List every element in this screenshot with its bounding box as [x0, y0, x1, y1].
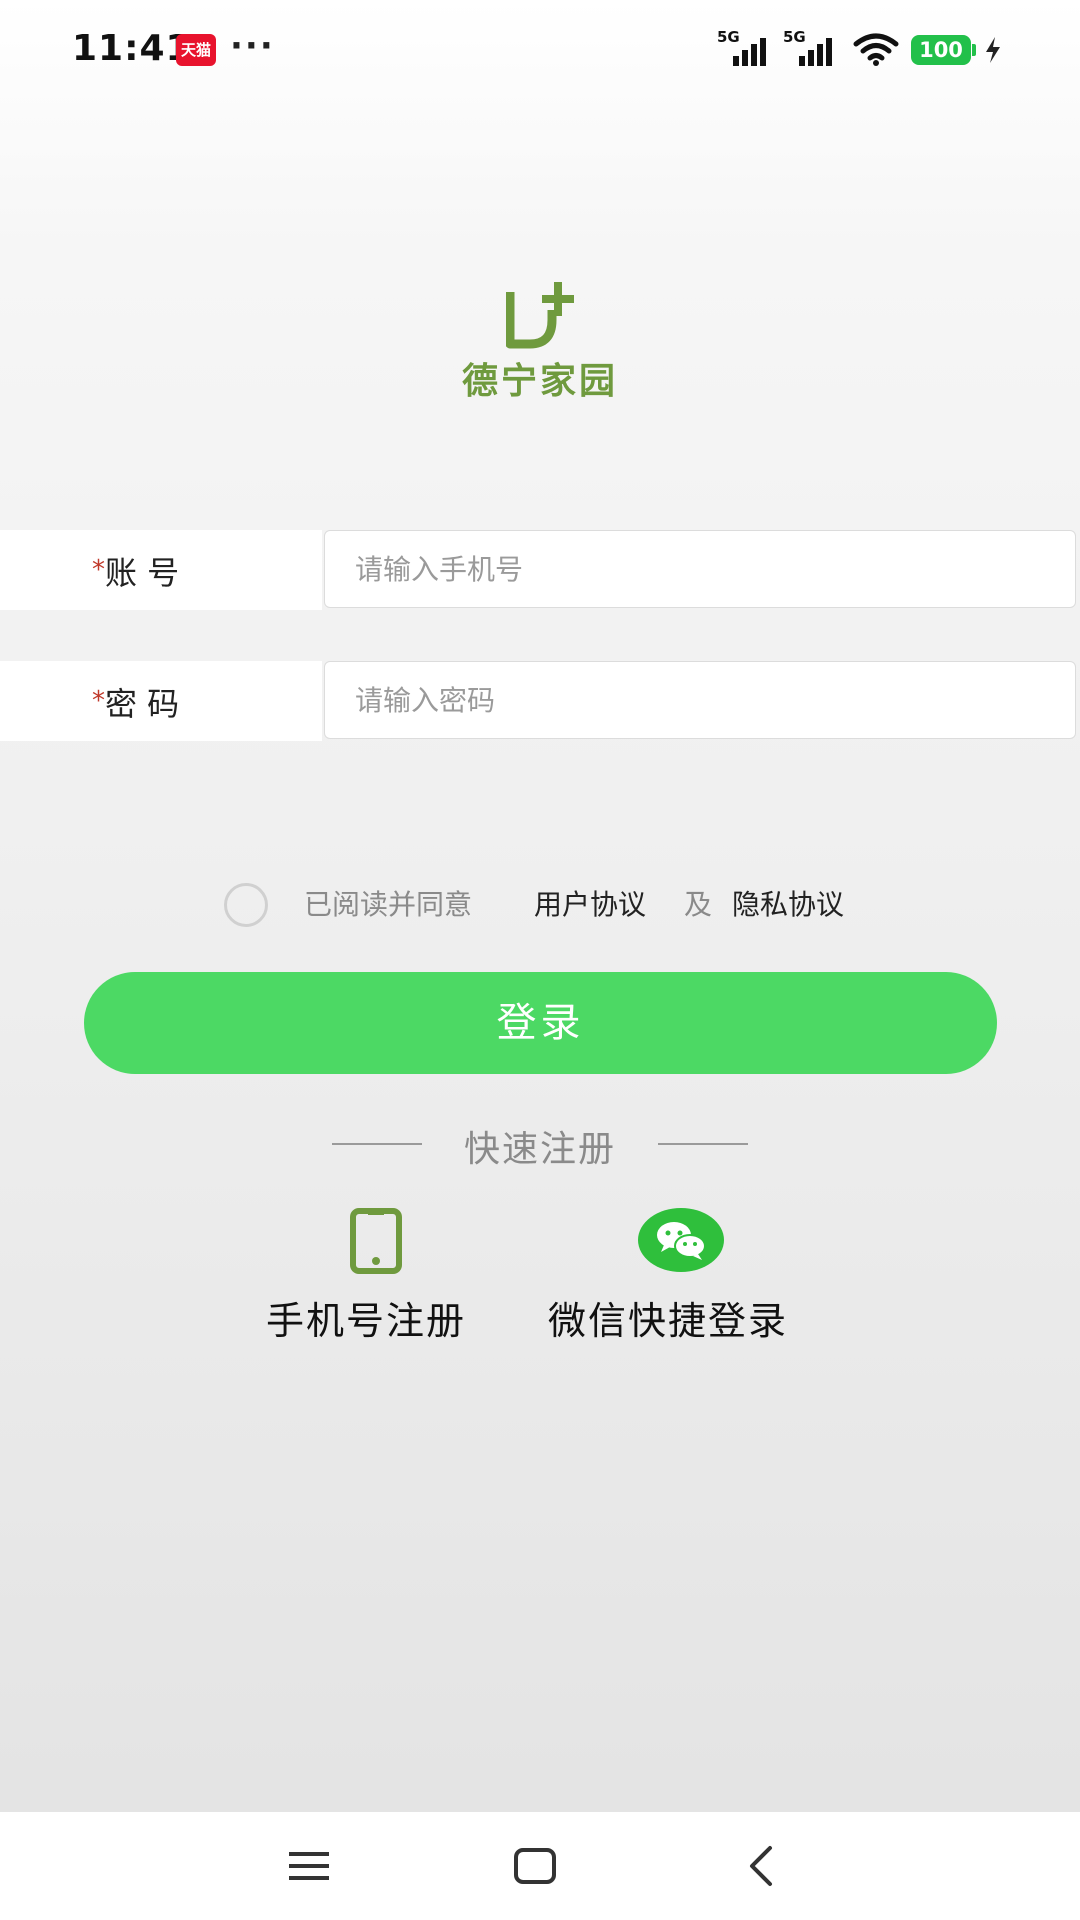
tmall-badge-icon: 天猫 [176, 34, 216, 66]
account-label-cell: *账 号 [0, 530, 322, 610]
signal-bars-icon [799, 38, 832, 66]
account-label-text: 账 号 [105, 554, 180, 592]
password-label: *密 码 [92, 661, 179, 741]
wifi-icon [853, 33, 899, 66]
login-button[interactable]: 登录 [84, 972, 997, 1074]
divider-line-left [332, 1143, 422, 1145]
phone-register-button[interactable]: 手机号注册 [266, 1208, 496, 1343]
menu-icon[interactable] [279, 1836, 339, 1896]
wechat-icon [638, 1208, 724, 1272]
logo-text: 德宁家园 [461, 361, 618, 402]
status-bar: 11:41 天猫 ··· 5G 5G 100 [0, 0, 1080, 100]
user-agreement-link[interactable]: 用户协议 [534, 880, 646, 930]
agreement-and: 及 [684, 888, 713, 921]
status-time: 11:41 [72, 28, 192, 69]
password-label-cell: *密 码 [0, 661, 322, 741]
password-input[interactable] [324, 661, 1076, 739]
signal-bars-icon [733, 38, 766, 66]
battery-icon: 100 [911, 35, 971, 65]
account-input[interactable] [324, 530, 1076, 608]
account-label: *账 号 [92, 530, 179, 610]
required-mark: * [92, 686, 105, 716]
wechat-login-label: 微信快捷登录 [548, 1299, 789, 1343]
phone-icon [350, 1208, 402, 1274]
quick-register-title: 快速注册 [463, 1129, 616, 1170]
required-mark: * [92, 555, 105, 585]
logo-mark-icon [506, 282, 574, 349]
battery-tip [972, 44, 976, 56]
phone-register-label: 手机号注册 [266, 1299, 467, 1343]
agreement-checkbox[interactable] [224, 883, 268, 927]
home-icon[interactable] [505, 1836, 565, 1896]
agreement-prefix: 已阅读并同意 [304, 888, 473, 921]
password-row: *密 码 [0, 661, 1080, 741]
wechat-login-button[interactable]: 微信快捷登录 [548, 1208, 818, 1343]
divider-line-right [658, 1143, 748, 1145]
more-notifications-icon: ··· [230, 26, 275, 66]
navigation-bar [0, 1812, 1080, 1920]
account-row: *账 号 [0, 530, 1080, 610]
privacy-agreement-link[interactable]: 隐私协议 [732, 880, 844, 930]
agreement-row: 已阅读并同意 用户协议 及 隐私协议 [0, 880, 1080, 930]
charging-icon [986, 37, 1000, 63]
password-label-text: 密 码 [105, 685, 180, 723]
back-icon[interactable] [732, 1836, 792, 1896]
